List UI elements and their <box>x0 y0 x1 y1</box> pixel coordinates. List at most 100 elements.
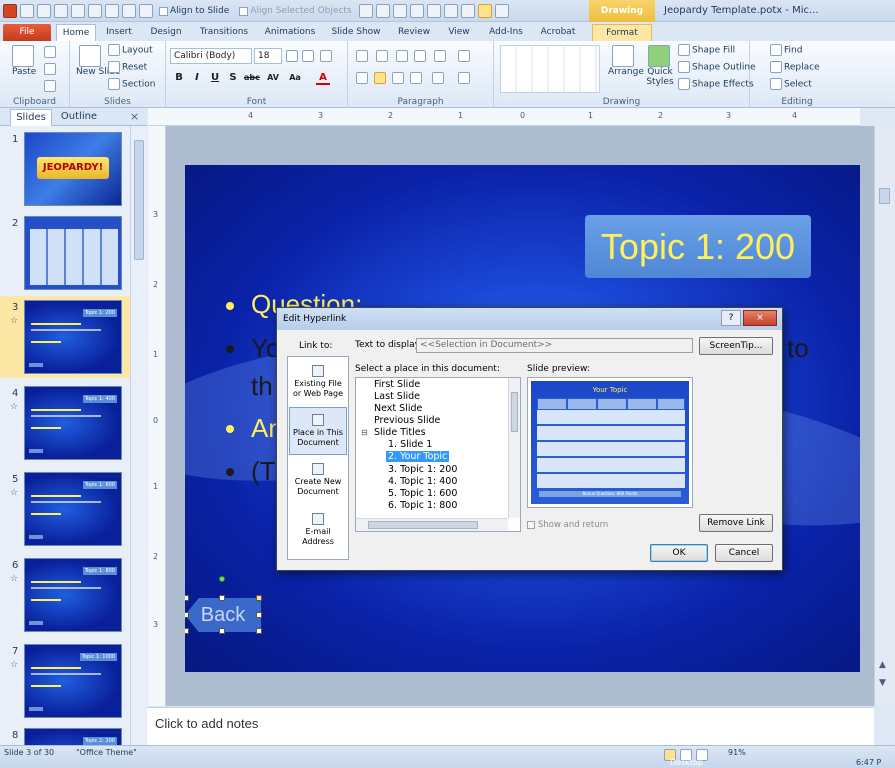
tab-format[interactable]: Format <box>592 24 652 41</box>
tab-insert[interactable]: Insert <box>100 24 138 41</box>
tree-item[interactable]: 3. Topic 1: 200 <box>386 464 459 475</box>
italic-icon[interactable]: I <box>190 71 204 85</box>
tree-scrollbar[interactable] <box>508 378 520 518</box>
tab-slides[interactable]: Slides <box>10 109 52 126</box>
scrollbar-thumb[interactable] <box>879 188 890 204</box>
next-slide-icon[interactable]: ▼ <box>879 678 886 688</box>
tree-item[interactable]: First Slide <box>372 379 422 390</box>
show-and-return-checkbox[interactable]: Show and return <box>527 520 608 530</box>
shape-fill-button[interactable]: Shape Fill <box>678 44 735 56</box>
font-size-box[interactable]: 18 <box>254 48 282 64</box>
thumbnail-6[interactable]: 6 ☆ Topic 1: 800 <box>0 554 130 636</box>
tab-review[interactable]: Review <box>394 24 434 41</box>
ungroup-icon[interactable] <box>122 4 136 18</box>
powerpoint-icon[interactable] <box>3 4 17 18</box>
thumbnail-5[interactable]: 5 ☆ Topic 1: 600 <box>0 468 130 550</box>
redo-icon[interactable] <box>88 4 102 18</box>
format-painter-icon[interactable] <box>44 80 56 92</box>
save-icon[interactable] <box>37 4 51 18</box>
change-case-icon[interactable]: Aa <box>288 71 302 85</box>
zoom-level[interactable]: 91% <box>728 748 746 757</box>
section-button[interactable]: Section <box>108 78 155 90</box>
thumbnail-1[interactable]: 1 JEOPARDY! <box>0 128 130 210</box>
grow-font-icon[interactable] <box>286 50 298 62</box>
quick-styles-button[interactable]: Quick Styles <box>644 45 676 87</box>
bullets-icon[interactable] <box>356 50 368 62</box>
tree-item[interactable]: 6. Topic 1: 800 <box>386 500 459 511</box>
link-option-create-new[interactable]: Create New Document <box>289 457 347 505</box>
resize-handle[interactable] <box>256 628 262 634</box>
link-option-email[interactable]: E-mail Address <box>289 507 347 555</box>
find-button[interactable]: Find <box>770 44 802 56</box>
link-option-place-in-document[interactable]: Place in This Document <box>289 407 347 455</box>
tab-outline[interactable]: Outline <box>56 109 102 126</box>
undo-icon[interactable] <box>71 4 85 18</box>
shadow-icon[interactable]: S <box>226 71 240 85</box>
remove-link-button[interactable]: Remove Link <box>699 514 773 532</box>
decrease-indent-icon[interactable] <box>396 50 408 62</box>
resize-handle[interactable] <box>185 628 189 634</box>
tab-animations[interactable]: Animations <box>262 24 318 41</box>
text-direction-icon[interactable] <box>458 50 470 62</box>
tree-item[interactable]: Next Slide <box>372 403 424 414</box>
thumbnail-8[interactable]: 8 ☆ Topic 2: 200 <box>0 724 130 745</box>
print-icon[interactable] <box>54 4 68 18</box>
help-icon[interactable]: ? <box>721 310 741 326</box>
bullet-line-3[interactable]: (T <box>251 456 276 487</box>
strikethrough-icon[interactable]: abc <box>244 71 260 85</box>
replace-button[interactable]: Replace <box>770 61 820 73</box>
resize-handle[interactable] <box>185 595 189 601</box>
copy-icon[interactable] <box>44 63 56 75</box>
thumbnail-7[interactable]: 7 ☆ Topic 1: 1000 <box>0 640 130 722</box>
align-to-slide-checkbox[interactable] <box>159 6 168 16</box>
open-icon[interactable] <box>20 4 34 18</box>
tab-file[interactable]: File <box>3 24 51 41</box>
align-left-text-icon[interactable] <box>356 72 368 84</box>
screentip-button[interactable]: ScreenTip... <box>699 337 773 355</box>
resize-handle[interactable] <box>219 628 225 634</box>
ok-button[interactable]: OK <box>650 544 708 562</box>
select-button[interactable]: Select <box>770 78 812 90</box>
selection-pane-icon[interactable] <box>477 4 492 18</box>
align-middle-icon[interactable] <box>426 4 441 18</box>
tree-h-scrollbar[interactable] <box>356 518 508 531</box>
underline-icon[interactable]: U <box>208 71 222 85</box>
thumbnail-2[interactable]: 2 <box>0 212 130 294</box>
document-place-tree[interactable]: First Slide Last Slide Next Slide Previo… <box>355 377 521 532</box>
tree-item[interactable]: 1. Slide 1 <box>386 439 434 450</box>
previous-slide-icon[interactable]: ▲ <box>879 660 886 670</box>
clear-formatting-icon[interactable] <box>320 50 332 62</box>
shapes-gallery[interactable] <box>500 45 600 93</box>
cancel-button[interactable]: Cancel <box>715 544 773 562</box>
numbering-icon[interactable] <box>376 50 388 62</box>
group-icon[interactable] <box>105 4 119 18</box>
rotation-handle[interactable] <box>219 576 225 582</box>
tab-slide-show[interactable]: Slide Show <box>328 24 384 41</box>
resize-handle[interactable] <box>185 612 189 618</box>
font-color-icon[interactable]: A <box>316 71 330 85</box>
collapse-icon[interactable]: ⊟ <box>361 428 368 437</box>
resize-handle[interactable] <box>256 612 262 618</box>
shape-effects-button[interactable]: Shape Effects <box>678 78 754 90</box>
columns-icon[interactable] <box>432 72 444 84</box>
tab-home[interactable]: Home <box>56 24 96 41</box>
layout-button[interactable]: Layout <box>108 44 153 56</box>
align-selected-checkbox[interactable] <box>239 6 249 16</box>
bullet-line-1-tail[interactable]: to <box>787 333 809 364</box>
back-button[interactable]: Back <box>185 598 261 632</box>
distribute-icon[interactable] <box>460 4 475 18</box>
thumbnail-3[interactable]: 3 ☆ Topic 1: 200 <box>0 296 130 378</box>
line-spacing-icon[interactable] <box>434 50 446 62</box>
tree-item[interactable]: Slide Titles <box>372 427 428 438</box>
cut-icon[interactable] <box>44 46 56 58</box>
thumbnails-scrollbar[interactable] <box>130 126 147 745</box>
scrollbar-thumb[interactable] <box>134 140 144 260</box>
tree-item[interactable]: Last Slide <box>372 391 422 402</box>
shrink-font-icon[interactable] <box>302 50 314 62</box>
tab-add-ins[interactable]: Add-Ins <box>484 24 528 41</box>
justify-icon[interactable] <box>410 72 422 84</box>
more-icon[interactable] <box>494 4 509 18</box>
scrollbar-thumb[interactable] <box>511 392 518 432</box>
vertical-scrollbar[interactable]: ▲ ▼ <box>874 126 895 706</box>
resize-handle[interactable] <box>219 595 225 601</box>
